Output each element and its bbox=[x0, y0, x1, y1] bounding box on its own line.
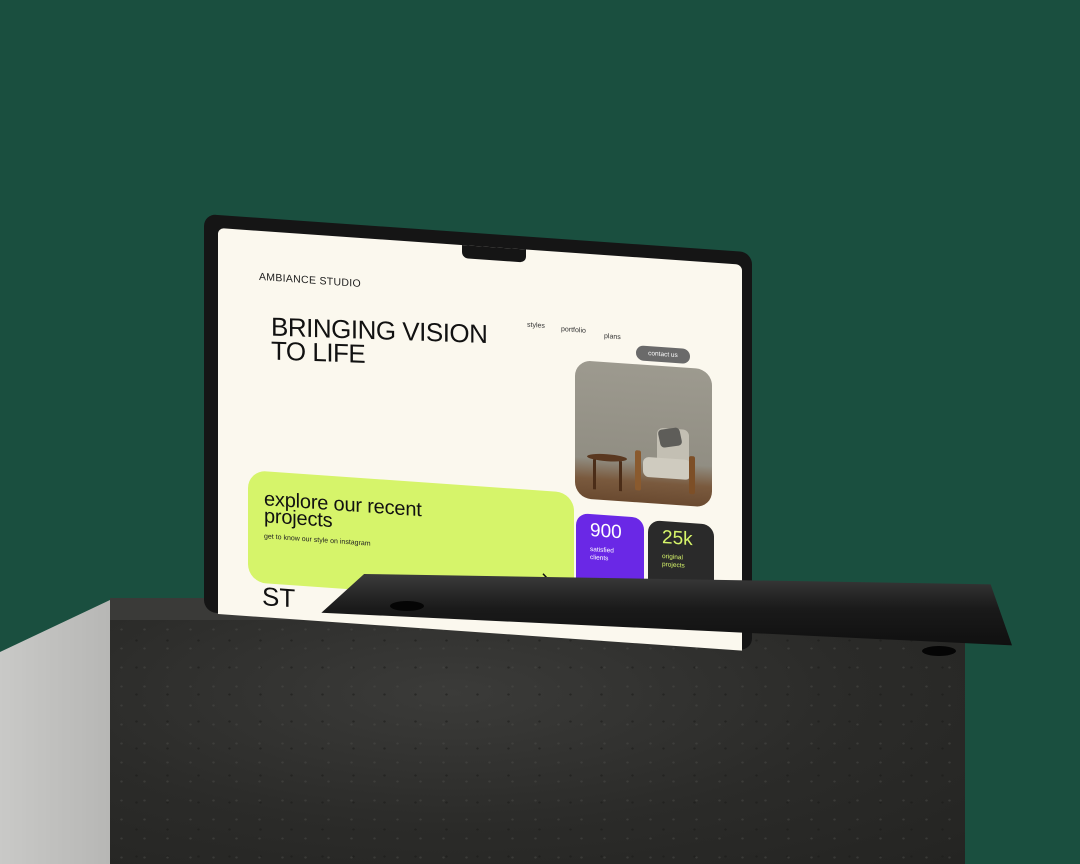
contact-button[interactable]: contact us bbox=[636, 345, 690, 365]
nav-item-styles[interactable]: styles bbox=[527, 322, 545, 330]
hero-heading: BRINGING VISION TO LIFE bbox=[271, 311, 487, 370]
brand-logo[interactable]: AMBIANCE STUDIO bbox=[259, 271, 361, 290]
stat-label: original projects bbox=[662, 553, 685, 570]
armchair bbox=[635, 450, 641, 491]
promo-subtitle: get to know our style on instagram bbox=[264, 533, 371, 548]
nav-item-portfolio[interactable]: portfolio bbox=[561, 326, 586, 335]
laptop-foot bbox=[390, 601, 424, 611]
stat-value: 900 bbox=[590, 520, 622, 544]
mockup-scene: AMBIANCE STUDIO styles portfolio plans c… bbox=[0, 0, 1080, 864]
stat-value: 25k bbox=[662, 527, 693, 551]
section-heading-peek: ST bbox=[262, 581, 296, 614]
pedestal-front bbox=[110, 620, 965, 864]
laptop-foot bbox=[922, 646, 956, 656]
promo-title: explore our recent projects bbox=[264, 488, 422, 533]
nav-item-plans[interactable]: plans bbox=[604, 333, 621, 341]
interior-photo bbox=[575, 359, 712, 508]
stat-label: satisfied clients bbox=[590, 546, 614, 563]
pillow bbox=[657, 427, 683, 449]
